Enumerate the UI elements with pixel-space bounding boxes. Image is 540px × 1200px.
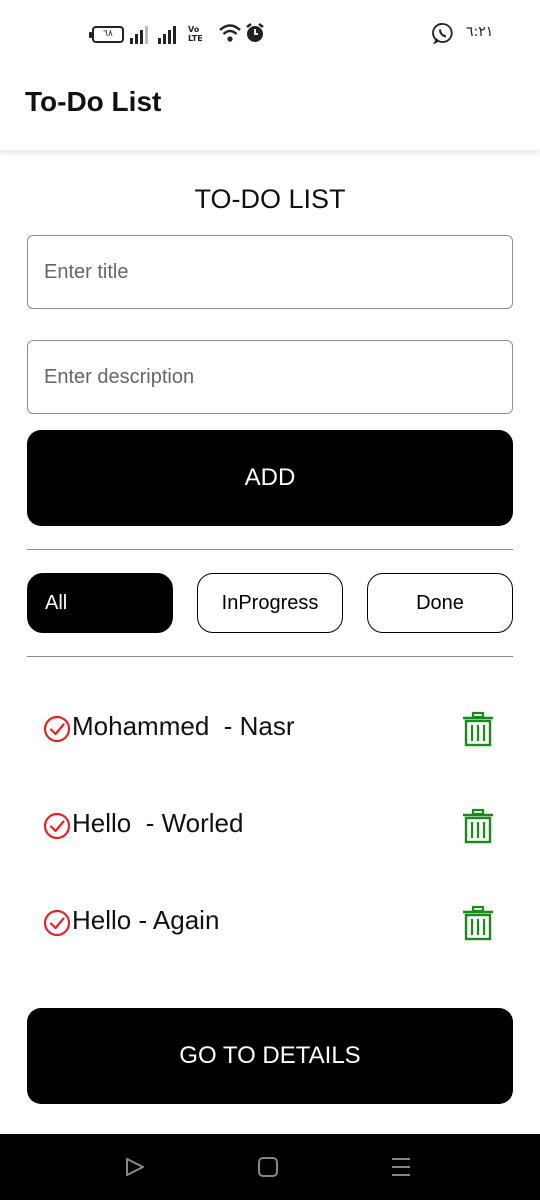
check-circle-icon[interactable]: [43, 812, 71, 840]
signal-icon: [130, 24, 152, 44]
list-item[interactable]: Hello - Again: [27, 891, 513, 955]
volte-icon: Vo LTE: [188, 25, 203, 43]
check-circle-icon[interactable]: [43, 909, 71, 937]
clock: ٦:٢١: [466, 24, 494, 40]
system-nav-bar: [0, 1134, 540, 1200]
alarm-icon: [246, 23, 264, 42]
list-item[interactable]: Hello - Worled: [27, 794, 513, 858]
status-bar: ٦٨ Vo LTE ٦:٢١: [0, 0, 540, 70]
list-item[interactable]: Mohammed - Nasr: [27, 697, 513, 761]
home-icon[interactable]: [255, 1154, 281, 1180]
whatsapp-icon: [432, 23, 453, 44]
todo-text: Hello - Worled: [72, 808, 244, 838]
go-to-details-button[interactable]: GO TO DETAILS: [27, 1008, 513, 1104]
description-field[interactable]: [27, 340, 513, 414]
title-input[interactable]: [44, 236, 494, 308]
battery-level: ٦٨: [103, 29, 113, 39]
signal-icon: [158, 24, 180, 44]
todo-text: Mohammed - Nasr: [72, 711, 295, 741]
page-heading: TO-DO LIST: [194, 184, 346, 214]
add-button[interactable]: ADD: [27, 430, 513, 526]
app-bar: To-Do List: [0, 70, 540, 150]
title-field[interactable]: [27, 235, 513, 309]
app-title: To-Do List: [25, 86, 162, 117]
wifi-icon: [219, 24, 241, 42]
trash-icon[interactable]: [461, 808, 495, 844]
back-icon[interactable]: [122, 1154, 148, 1180]
divider: [27, 549, 513, 550]
trash-icon[interactable]: [461, 711, 495, 747]
todo-text: Hello - Again: [72, 905, 220, 935]
filter-inprogress-button[interactable]: InProgress: [197, 573, 343, 633]
filter-all-button[interactable]: All: [27, 573, 173, 633]
description-input[interactable]: [44, 341, 494, 413]
check-circle-icon[interactable]: [43, 715, 71, 743]
divider: [27, 656, 513, 657]
recents-icon[interactable]: [388, 1154, 414, 1180]
battery-icon: ٦٨: [89, 26, 124, 43]
trash-icon[interactable]: [461, 905, 495, 941]
filter-done-button[interactable]: Done: [367, 573, 513, 633]
